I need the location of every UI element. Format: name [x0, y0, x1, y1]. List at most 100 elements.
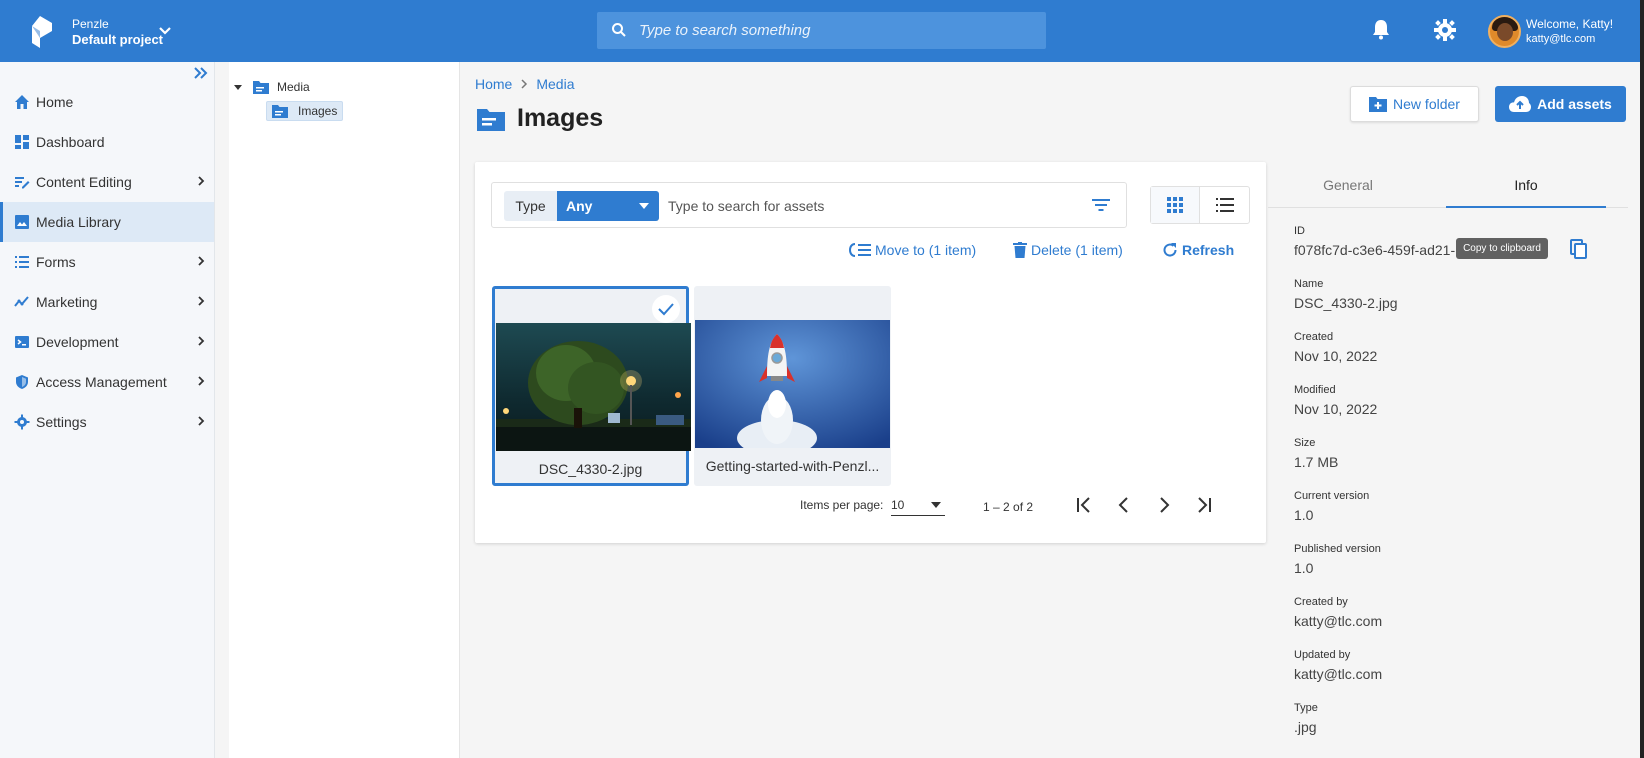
sidebar-item-home[interactable]: Home: [0, 82, 214, 122]
list-icon: [1215, 198, 1234, 212]
next-page-icon[interactable]: [1156, 497, 1172, 513]
sidebar-item-access-management[interactable]: Access Management: [0, 362, 214, 402]
field-label: Modified: [1294, 384, 1336, 396]
field-updated-by: Updated by katty@tlc.com: [1294, 649, 1382, 682]
delete-label: Delete (1 item): [1031, 242, 1123, 258]
add-assets-button[interactable]: Add assets: [1495, 86, 1626, 122]
window-edge: [1640, 0, 1644, 758]
field-type: Type .jpg: [1294, 702, 1318, 735]
collapse-sidebar-icon[interactable]: [193, 66, 209, 80]
bell-icon[interactable]: [1371, 18, 1391, 40]
type-filter-select[interactable]: Any: [557, 191, 659, 221]
breadcrumb-home[interactable]: Home: [475, 76, 512, 92]
items-per-page-value: 10: [891, 498, 905, 512]
global-search-input[interactable]: [639, 12, 1029, 49]
sidebar-item-development[interactable]: Development: [0, 322, 214, 362]
user-info[interactable]: Welcome, Katty! katty@tlc.com: [1526, 17, 1613, 47]
items-per-page-label: Items per page:: [800, 498, 884, 512]
welcome-text: Welcome, Katty!: [1526, 17, 1614, 31]
page-title: Images: [477, 104, 603, 133]
field-label: Created: [1294, 331, 1334, 343]
asset-name: Getting-started-with-Penzl...: [705, 458, 880, 474]
move-to-button[interactable]: Move to (1 item): [849, 242, 976, 258]
asset-tile[interactable]: Getting-started-with-Penzl...: [694, 286, 891, 486]
field-label: Size: [1294, 437, 1316, 449]
tree-node-label: Images: [298, 104, 338, 118]
new-folder-label: New folder: [1393, 96, 1460, 112]
project-switcher[interactable]: Penzle Default project: [72, 17, 163, 47]
add-assets-label: Add assets: [1537, 96, 1612, 112]
field-label: ID: [1294, 225, 1305, 237]
chevron-right-icon: [198, 176, 205, 186]
caret-down-icon[interactable]: [233, 82, 243, 92]
tab-info[interactable]: Info: [1446, 162, 1606, 208]
delete-button[interactable]: Delete (1 item): [1013, 242, 1123, 258]
folder-icon: [477, 108, 505, 131]
grid-view-button[interactable]: [1151, 187, 1201, 223]
field-value: f078fc7d-c3e6-459f-ad21-: [1294, 242, 1456, 258]
sidebar-item-label: Development: [36, 334, 119, 350]
shield-icon: [16, 375, 28, 389]
copy-icon[interactable]: [1570, 239, 1588, 259]
field-value: 1.0: [1294, 560, 1314, 576]
field-label: Current version: [1294, 490, 1370, 502]
asset-tile[interactable]: DSC_4330-2.jpg: [492, 286, 691, 486]
global-search[interactable]: [597, 12, 1046, 49]
assets-card: Type Any Move to (1 item) Delete (1 item…: [475, 162, 1266, 543]
field-value: Nov 10, 2022: [1294, 348, 1378, 364]
view-toggle: [1150, 186, 1250, 224]
items-per-page-select[interactable]: 10: [891, 494, 945, 516]
sidebar-item-settings[interactable]: Settings: [0, 402, 214, 442]
tab-general[interactable]: General: [1268, 162, 1428, 208]
penzle-logo-icon[interactable]: [28, 16, 52, 48]
type-filter-label: Type: [515, 198, 546, 214]
field-created-by: Created by katty@tlc.com: [1294, 596, 1382, 629]
field-label: Created by: [1294, 596, 1348, 608]
chevron-right-icon: [198, 256, 205, 266]
filter-icon[interactable]: [1092, 198, 1110, 212]
chevron-down-icon[interactable]: [158, 24, 172, 38]
new-folder-button[interactable]: New folder: [1350, 86, 1479, 122]
chevron-right-icon: [521, 79, 528, 89]
list-view-button[interactable]: [1200, 187, 1249, 223]
dashboard-icon: [15, 135, 29, 149]
sidebar: Home Dashboard Content Editing Media Lib…: [0, 62, 215, 758]
refresh-button[interactable]: Refresh: [1162, 242, 1234, 258]
first-page-icon[interactable]: [1076, 497, 1092, 513]
sidebar-item-label: Settings: [36, 414, 87, 430]
gear-icon[interactable]: [1434, 19, 1456, 41]
refresh-icon: [1163, 243, 1177, 257]
sidebar-item-content-editing[interactable]: Content Editing: [0, 162, 214, 202]
field-published-version: Published version 1.0: [1294, 543, 1381, 576]
chevron-right-icon: [198, 416, 205, 426]
sidebar-item-marketing[interactable]: Marketing: [0, 282, 214, 322]
sidebar-item-dashboard[interactable]: Dashboard: [0, 122, 214, 162]
type-filter[interactable]: Type Any: [504, 191, 659, 221]
tree-node-media[interactable]: Media: [233, 80, 310, 94]
sidebar-item-forms[interactable]: Forms: [0, 242, 214, 282]
move-to-label: Move to (1 item): [875, 242, 977, 258]
folder-tree: Media Images: [229, 62, 460, 758]
field-label: Type: [1294, 702, 1318, 714]
org-name: Penzle: [72, 17, 109, 31]
field-value: .jpg: [1294, 719, 1317, 735]
sidebar-item-label: Access Management: [36, 374, 167, 390]
home-icon: [15, 95, 29, 109]
previous-page-icon[interactable]: [1116, 497, 1132, 513]
trend-icon: [14, 296, 29, 307]
field-value: 1.7 MB: [1294, 454, 1339, 470]
asset-search-input[interactable]: [668, 191, 1048, 221]
breadcrumb-media[interactable]: Media: [536, 76, 574, 92]
top-header: Penzle Default project Welcome, Katty! k…: [0, 0, 1644, 62]
field-value: katty@tlc.com: [1294, 613, 1383, 629]
avatar[interactable]: [1488, 15, 1521, 48]
last-page-icon[interactable]: [1196, 497, 1212, 513]
sidebar-item-media-library[interactable]: Media Library: [0, 202, 214, 242]
project-name: Default project: [72, 32, 164, 47]
refresh-label: Refresh: [1182, 242, 1235, 258]
field-id: ID f078fc7d-c3e6-459f-ad21-: [1294, 225, 1455, 258]
selected-check-icon[interactable]: [652, 295, 680, 323]
tree-node-images[interactable]: Images: [266, 101, 344, 121]
dropdown-arrow-icon: [639, 203, 649, 209]
page-range: 1 – 2 of 2: [983, 500, 1034, 514]
